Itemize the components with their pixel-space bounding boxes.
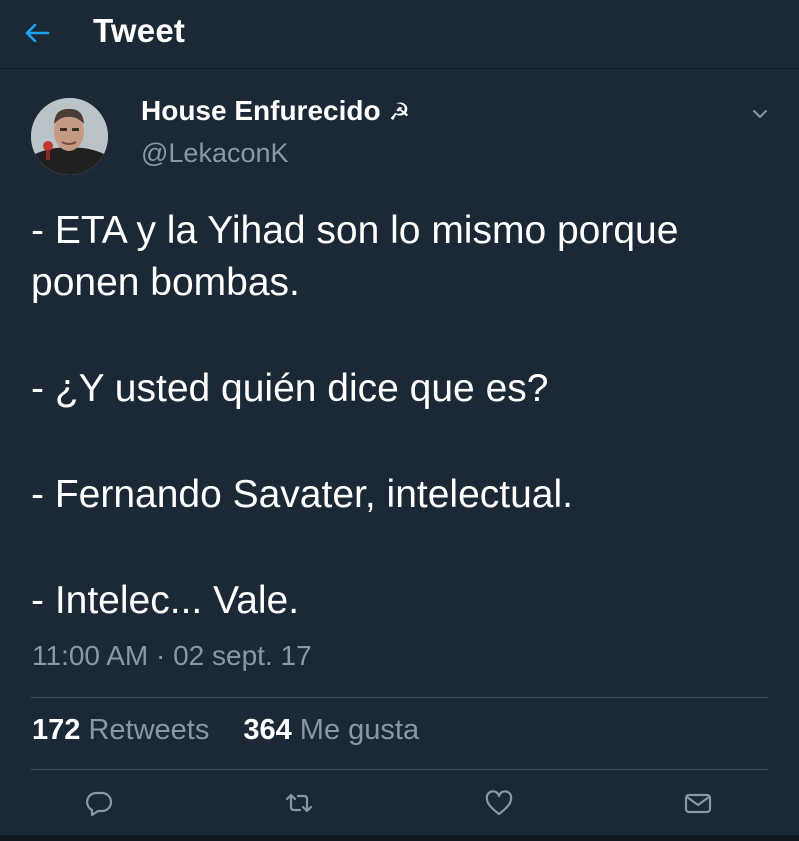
page-title: Tweet (93, 12, 186, 49)
tweet-line: - ¿Y usted quién dice que es? (31, 367, 549, 410)
tweet-text: - ETA y la Yihad son lo mismo porque pon… (31, 205, 771, 627)
divider (31, 697, 768, 698)
likes-stat[interactable]: 364 Me gusta (243, 714, 419, 747)
display-name-text: House Enfurecido (141, 95, 381, 126)
like-icon (485, 790, 513, 816)
retweets-label: Retweets (88, 714, 210, 746)
hammer-sickle-icon: ☭ (388, 99, 411, 126)
chevron-down-icon (753, 110, 767, 118)
divider (31, 769, 768, 770)
message-button[interactable] (683, 788, 713, 818)
retweets-count: 172 (32, 714, 81, 746)
tweet-menu-button[interactable] (750, 104, 770, 124)
display-name[interactable]: House Enfurecido ☭ (141, 95, 410, 127)
tweet-timestamp: 11:00 AM · 02 sept. 17 (32, 640, 312, 671)
avatar-image (31, 98, 108, 175)
back-arrow-icon (25, 23, 50, 43)
retweet-button[interactable] (284, 788, 314, 818)
likes-count: 364 (243, 714, 292, 746)
back-button[interactable] (20, 18, 54, 48)
tweet-stats: 172 Retweets 364 Me gusta (32, 714, 419, 747)
user-handle[interactable]: @LekaconK (141, 138, 289, 169)
tweet-line: - Intelec... Vale. (31, 579, 300, 622)
bottom-border (0, 835, 799, 841)
reply-icon (86, 791, 113, 817)
like-button[interactable] (484, 788, 514, 818)
likes-label: Me gusta (299, 714, 420, 746)
top-bar: Tweet (0, 0, 799, 69)
reply-button[interactable] (84, 788, 114, 818)
tweet-line: - ETA y la Yihad son lo mismo porque pon… (31, 209, 679, 304)
tweet-line: - Fernando Savater, intelectual. (31, 473, 573, 516)
retweet-icon (285, 793, 313, 813)
avatar[interactable] (31, 98, 108, 175)
message-icon (684, 793, 712, 814)
retweets-stat[interactable]: 172 Retweets (32, 714, 209, 747)
